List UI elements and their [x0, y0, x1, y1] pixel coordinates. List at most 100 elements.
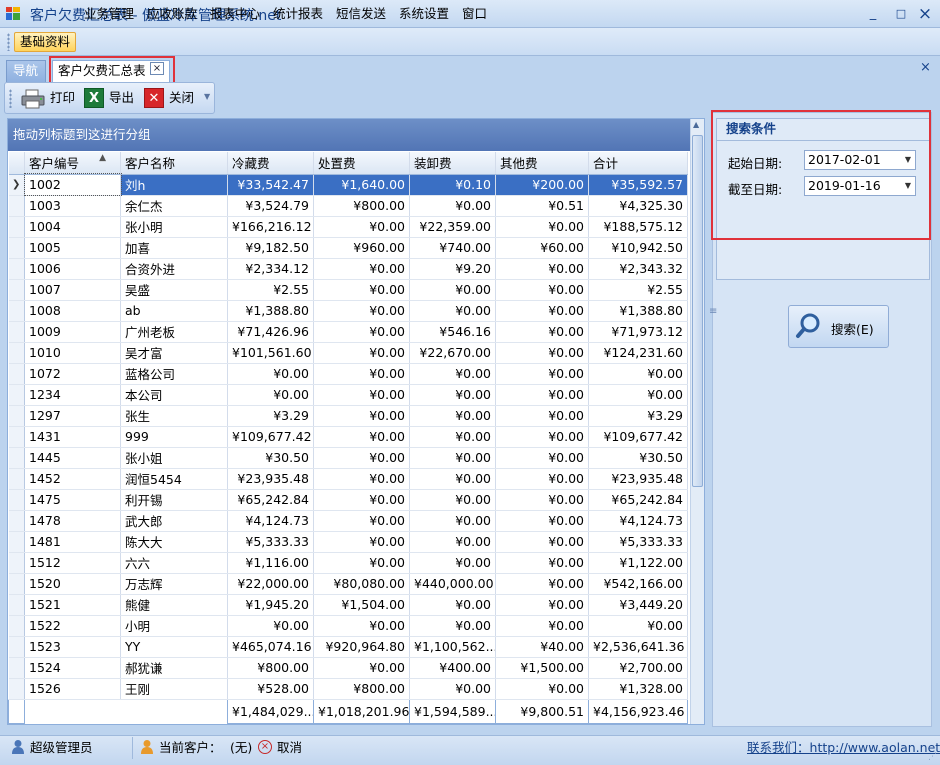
- cell-total[interactable]: ¥4,124.73: [588, 510, 688, 532]
- table-row[interactable]: 1009 广州老板 ¥71,426.96 ¥0.00 ¥546.16 ¥0.00 ¥71,9…: [8, 321, 688, 343]
- cell-disposal-fee[interactable]: ¥80,080.00: [313, 573, 410, 595]
- cell-customer-id[interactable]: 1003: [24, 195, 121, 217]
- cell-other-fee[interactable]: ¥0.51: [495, 195, 589, 217]
- col-header-total[interactable]: 合计: [588, 152, 688, 175]
- cell-other-fee[interactable]: ¥0.00: [495, 279, 589, 301]
- row-indicator[interactable]: [8, 405, 25, 427]
- cell-other-fee[interactable]: ¥0.00: [495, 552, 589, 574]
- cell-customer-id[interactable]: 1481: [24, 531, 121, 553]
- cell-storage-fee[interactable]: ¥0.00: [227, 615, 314, 637]
- cell-storage-fee[interactable]: ¥5,333.33: [227, 531, 314, 553]
- table-row[interactable]: 1010 吴才富 ¥101,561.60 ¥0.00 ¥22,670.00 ¥0.00 ¥1…: [8, 342, 688, 364]
- menu-receivables[interactable]: 应收账款: [142, 4, 202, 24]
- table-row[interactable]: 1524 郝犹谦 ¥800.00 ¥0.00 ¥400.00 ¥1,500.00 ¥2,70…: [8, 657, 688, 679]
- cell-storage-fee[interactable]: ¥0.00: [227, 384, 314, 406]
- cell-total[interactable]: ¥1,122.00: [588, 552, 688, 574]
- table-row[interactable]: 1431 999 ¥109,677.42 ¥0.00 ¥0.00 ¥0.00 ¥109,67…: [8, 426, 688, 448]
- cell-other-fee[interactable]: ¥0.00: [495, 258, 589, 280]
- row-indicator[interactable]: [8, 426, 25, 448]
- table-row[interactable]: 1006 合资外进 ¥2,334.12 ¥0.00 ¥9.20 ¥0.00 ¥2,343.3…: [8, 258, 688, 280]
- table-row[interactable]: 1234 本公司 ¥0.00 ¥0.00 ¥0.00 ¥0.00 ¥0.00: [8, 384, 688, 406]
- col-header-handling-fee[interactable]: 装卸费: [409, 152, 496, 175]
- cell-disposal-fee[interactable]: ¥0.00: [313, 657, 410, 679]
- splitter-grip[interactable]: ≡: [709, 306, 717, 317]
- cell-total[interactable]: ¥2.55: [588, 279, 688, 301]
- cell-total[interactable]: ¥35,592.57: [588, 174, 688, 196]
- menu-reports[interactable]: 报表中心: [205, 4, 265, 24]
- cell-disposal-fee[interactable]: ¥0.00: [313, 258, 410, 280]
- row-indicator[interactable]: [8, 468, 25, 490]
- row-indicator[interactable]: [8, 321, 25, 343]
- cell-handling-fee[interactable]: ¥0.00: [409, 279, 496, 301]
- cell-storage-fee[interactable]: ¥101,561.60: [227, 342, 314, 364]
- cell-storage-fee[interactable]: ¥1,945.20: [227, 594, 314, 616]
- cell-handling-fee[interactable]: ¥0.00: [409, 300, 496, 322]
- row-indicator[interactable]: [8, 657, 25, 679]
- cell-disposal-fee[interactable]: ¥0.00: [313, 510, 410, 532]
- cell-customer-id[interactable]: 1445: [24, 447, 121, 469]
- col-header-customer-name[interactable]: 客户名称: [120, 152, 228, 175]
- close-window-button[interactable]: ×: [912, 4, 938, 24]
- cell-disposal-fee[interactable]: ¥920,964.80: [313, 636, 410, 658]
- table-row[interactable]: 1481 陈大大 ¥5,333.33 ¥0.00 ¥0.00 ¥0.00 ¥5,333.33: [8, 531, 688, 553]
- cell-other-fee[interactable]: ¥60.00: [495, 237, 589, 259]
- table-row[interactable]: 1297 张生 ¥3.29 ¥0.00 ¥0.00 ¥0.00 ¥3.29: [8, 405, 688, 427]
- cell-other-fee[interactable]: ¥0.00: [495, 405, 589, 427]
- row-indicator[interactable]: [8, 636, 25, 658]
- cell-disposal-fee[interactable]: ¥0.00: [313, 552, 410, 574]
- cell-handling-fee[interactable]: ¥0.00: [409, 468, 496, 490]
- table-row[interactable]: 1452 润恒5454 ¥23,935.48 ¥0.00 ¥0.00 ¥0.00 ¥23,9…: [8, 468, 688, 490]
- table-row[interactable]: ❯ 1002 刘h ¥33,542.47 ¥1,640.00 ¥0.10 ¥200.00 ¥3…: [8, 173, 688, 196]
- row-indicator[interactable]: [8, 216, 25, 238]
- table-row[interactable]: 1005 加喜 ¥9,182.50 ¥960.00 ¥740.00 ¥60.00 ¥10,9…: [8, 237, 688, 259]
- cell-storage-fee[interactable]: ¥465,074.16: [227, 636, 314, 658]
- cell-handling-fee[interactable]: ¥1,100,562....: [409, 636, 496, 658]
- cell-total[interactable]: ¥5,333.33: [588, 531, 688, 553]
- cell-total[interactable]: ¥188,575.12: [588, 216, 688, 238]
- row-indicator[interactable]: [8, 573, 25, 595]
- cell-customer-id[interactable]: 1452: [24, 468, 121, 490]
- row-indicator[interactable]: [8, 447, 25, 469]
- table-row[interactable]: 1003 余仁杰 ¥3,524.79 ¥800.00 ¥0.00 ¥0.51 ¥4,325.…: [8, 195, 688, 217]
- cell-handling-fee[interactable]: ¥0.00: [409, 405, 496, 427]
- cell-customer-id[interactable]: 1009: [24, 321, 121, 343]
- scroll-up-icon[interactable]: ▲: [693, 120, 699, 129]
- contact-link[interactable]: 联系我们：http://www.aolan.net: [747, 740, 940, 756]
- cell-total[interactable]: ¥10,942.50: [588, 237, 688, 259]
- cancel-icon[interactable]: ×: [258, 740, 272, 754]
- menu-sms[interactable]: 短信发送: [331, 4, 391, 24]
- col-header-customer-id[interactable]: 客户编号 ▲: [24, 152, 121, 175]
- cell-disposal-fee[interactable]: ¥800.00: [313, 195, 410, 217]
- cell-customer-name[interactable]: 陈大大: [120, 531, 228, 553]
- cell-other-fee[interactable]: ¥0.00: [495, 678, 589, 700]
- table-row[interactable]: 1445 张小姐 ¥30.50 ¥0.00 ¥0.00 ¥0.00 ¥30.50: [8, 447, 688, 469]
- row-indicator[interactable]: [8, 237, 25, 259]
- cell-customer-name[interactable]: 润恒5454: [120, 468, 228, 490]
- cell-customer-name[interactable]: 999: [120, 426, 228, 448]
- cell-handling-fee[interactable]: ¥0.00: [409, 678, 496, 700]
- cell-disposal-fee[interactable]: ¥0.00: [313, 279, 410, 301]
- table-row[interactable]: 1523 YY ¥465,074.16 ¥920,964.80 ¥1,100,562..…: [8, 636, 688, 658]
- cell-storage-fee[interactable]: ¥1,388.80: [227, 300, 314, 322]
- table-row[interactable]: 1072 蓝格公司 ¥0.00 ¥0.00 ¥0.00 ¥0.00 ¥0.00: [8, 363, 688, 385]
- cell-other-fee[interactable]: ¥200.00: [495, 174, 589, 196]
- cell-disposal-fee[interactable]: ¥960.00: [313, 237, 410, 259]
- cell-handling-fee[interactable]: ¥0.00: [409, 615, 496, 637]
- cell-customer-name[interactable]: 万志辉: [120, 573, 228, 595]
- cell-storage-fee[interactable]: ¥1,116.00: [227, 552, 314, 574]
- cell-customer-name[interactable]: 合资外进: [120, 258, 228, 280]
- cell-storage-fee[interactable]: ¥3,524.79: [227, 195, 314, 217]
- cell-customer-id[interactable]: 1512: [24, 552, 121, 574]
- cell-total[interactable]: ¥30.50: [588, 447, 688, 469]
- cell-customer-id[interactable]: 1521: [24, 594, 121, 616]
- cell-customer-name[interactable]: 吴才富: [120, 342, 228, 364]
- row-indicator[interactable]: [8, 594, 25, 616]
- cell-other-fee[interactable]: ¥0.00: [495, 342, 589, 364]
- table-row[interactable]: 1008 ab ¥1,388.80 ¥0.00 ¥0.00 ¥0.00 ¥1,388.80: [8, 300, 688, 322]
- cell-handling-fee[interactable]: ¥0.10: [409, 174, 496, 196]
- cell-total[interactable]: ¥65,242.84: [588, 489, 688, 511]
- cell-customer-name[interactable]: 本公司: [120, 384, 228, 406]
- row-indicator[interactable]: [8, 489, 25, 511]
- cell-customer-name[interactable]: 郝犹谦: [120, 657, 228, 679]
- cell-total[interactable]: ¥2,343.32: [588, 258, 688, 280]
